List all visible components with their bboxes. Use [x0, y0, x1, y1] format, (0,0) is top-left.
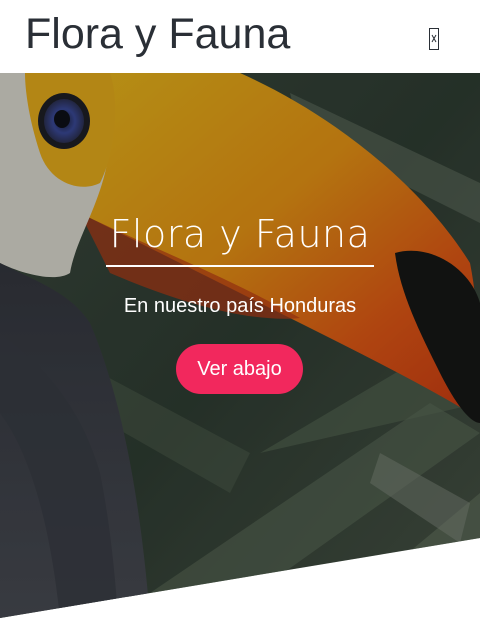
hero-divider: [106, 265, 374, 267]
hero-title: Flora y Fauna: [109, 212, 371, 256]
hero-subtitle: En nuestro país Honduras: [123, 295, 357, 317]
page: Flora y Fauna Flora y Fauna En nuestro p…: [0, 0, 480, 643]
scroll-down-button[interactable]: Ver abajo: [176, 344, 303, 394]
menu-icon: [429, 28, 439, 50]
header: Flora y Fauna: [0, 0, 480, 73]
hero-section: Flora y Fauna En nuestro país Honduras V…: [0, 73, 480, 618]
brand-link[interactable]: Flora y Fauna: [25, 8, 290, 60]
menu-toggle-button[interactable]: [420, 22, 448, 56]
